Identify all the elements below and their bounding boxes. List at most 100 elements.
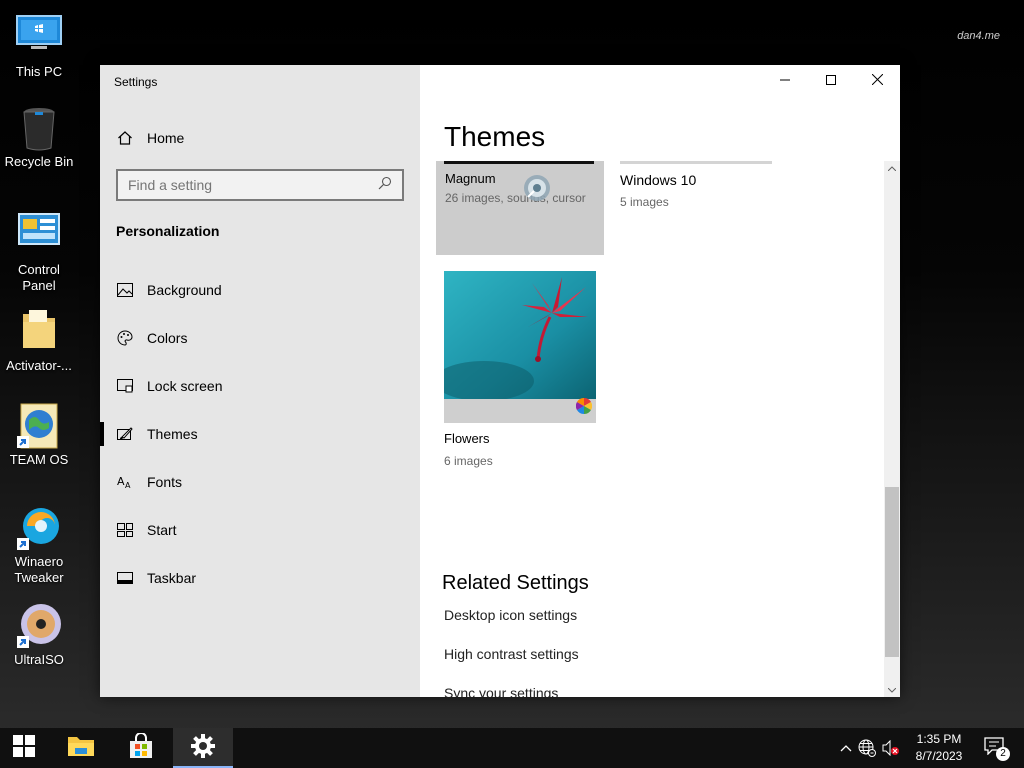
- scrollbar[interactable]: [884, 161, 900, 697]
- sidebar-item-label: Lock screen: [147, 378, 223, 394]
- disc-icon: [15, 602, 63, 650]
- fonts-icon: AA: [116, 474, 133, 491]
- theme-preview: [444, 271, 596, 423]
- minimize-button[interactable]: [762, 65, 808, 97]
- desktop-icon-winaero-tweaker[interactable]: Winaero Tweaker: [0, 504, 78, 586]
- settings-icon: [190, 733, 216, 764]
- window-title: Settings: [114, 75, 158, 89]
- minimize-icon: [780, 72, 790, 90]
- desktop-icon-label: Control Panel: [18, 262, 60, 293]
- high-contrast-settings-link[interactable]: High contrast settings: [444, 646, 579, 662]
- desktop-icon-ultraiso[interactable]: UltraISO: [0, 602, 78, 668]
- theme-name: Windows 10: [620, 172, 697, 188]
- section-title: Personalization: [116, 223, 220, 239]
- sidebar-item-taskbar[interactable]: Taskbar: [100, 554, 420, 602]
- clock-time: 1:35 PM: [916, 732, 962, 746]
- sidebar-item-label: Fonts: [147, 474, 183, 490]
- scroll-up-icon[interactable]: [884, 161, 900, 175]
- taskbar-store[interactable]: [117, 728, 165, 768]
- desktop-icon-team-os[interactable]: TEAM OS: [0, 402, 78, 468]
- desktop-icon-label: This PC: [15, 64, 63, 79]
- sidebar-item-label: Colors: [147, 330, 188, 346]
- theme-name: Flowers: [444, 431, 490, 446]
- maximize-button[interactable]: [808, 65, 854, 97]
- sidebar-item-label: Taskbar: [147, 570, 197, 586]
- scroll-thumb[interactable]: [885, 487, 899, 657]
- scroll-down-icon[interactable]: [884, 683, 900, 697]
- sidebar-item-label: Start: [147, 522, 177, 538]
- desktop-icon-activator[interactable]: Activator-...: [0, 308, 78, 374]
- sidebar-item-themes[interactable]: Themes: [100, 410, 420, 458]
- sidebar-item-lock-screen[interactable]: Lock screen: [100, 362, 420, 410]
- desktop-icon-label: Activator-...: [6, 358, 72, 373]
- sidebar-item-fonts[interactable]: AA Fonts: [100, 458, 420, 506]
- desktop-icon-label: Winaero Tweaker: [14, 554, 64, 585]
- notification-icon: 2: [984, 737, 1010, 761]
- close-button[interactable]: [854, 65, 900, 97]
- window-controls: [762, 65, 900, 97]
- settings-content: Themes Magnum 26 images, sounds, cursor …: [420, 65, 900, 697]
- palette-icon: [116, 330, 133, 347]
- theme-tile-windows-10[interactable]: Windows 10 5 images: [620, 161, 788, 221]
- globe-icon: [15, 402, 63, 450]
- sidebar-item-label: Background: [147, 282, 222, 298]
- sidebar-item-background[interactable]: Background: [100, 266, 420, 314]
- desktop-icon-this-pc[interactable]: This PC: [0, 14, 78, 80]
- desktop-icon-label: TEAM OS: [9, 452, 69, 467]
- sidebar-item-colors[interactable]: Colors: [100, 314, 420, 362]
- taskbar-settings[interactable]: [173, 728, 233, 768]
- start-button[interactable]: [0, 728, 48, 768]
- start-icon: [116, 522, 133, 539]
- flower-preview-image: [444, 271, 596, 399]
- image-icon: [116, 282, 133, 299]
- file-explorer-icon: [67, 734, 95, 763]
- desktop-icon-control-panel[interactable]: Control Panel: [0, 212, 78, 294]
- action-center-button[interactable]: 2: [976, 728, 1016, 768]
- related-settings-title: Related Settings: [442, 572, 589, 594]
- brush-icon: [116, 426, 133, 443]
- network-globe-icon[interactable]: [854, 739, 880, 757]
- busy-cursor-icon: [522, 173, 552, 208]
- sidebar-item-start[interactable]: Start: [100, 506, 420, 554]
- taskbar-file-explorer[interactable]: [57, 728, 105, 768]
- taskbar-clock[interactable]: 1:35 PM 8/7/2023: [908, 731, 970, 765]
- close-icon: [871, 72, 883, 90]
- theme-subtitle: 26 images, sounds, cursor: [445, 191, 586, 205]
- svg-text:A: A: [117, 475, 125, 488]
- volume-muted-icon[interactable]: [880, 740, 902, 756]
- search-icon[interactable]: [378, 176, 392, 195]
- windows-logo-icon: [12, 734, 36, 763]
- show-hidden-icons-icon[interactable]: [838, 744, 854, 752]
- computer-icon: [15, 14, 63, 62]
- desktop-icon-label: UltraISO: [14, 652, 64, 667]
- theme-subtitle: 5 images: [620, 195, 669, 209]
- system-tray: [838, 728, 902, 768]
- home-icon: [116, 129, 133, 146]
- nav-list: Background Colors Lock screen Themes A A…: [100, 266, 420, 602]
- theme-preview-edge: [444, 161, 594, 164]
- control-panel-icon: [15, 212, 63, 260]
- watermark: dan4.me: [957, 30, 1000, 42]
- desktop-icon-recycle-bin[interactable]: Recycle Bin: [0, 104, 78, 170]
- theme-name: Magnum: [445, 171, 496, 186]
- theme-tile-magnum[interactable]: Magnum 26 images, sounds, cursor: [436, 161, 604, 255]
- desktop-icon-label: Recycle Bin: [4, 154, 74, 169]
- search-input[interactable]: [128, 177, 368, 193]
- desktop-icon-settings-link[interactable]: Desktop icon settings: [444, 607, 577, 623]
- nav-home[interactable]: Home: [116, 129, 184, 146]
- color-wheel-icon: [575, 397, 593, 419]
- theme-tile-flowers[interactable]: Flowers 6 images: [444, 271, 612, 468]
- notification-count-badge: 2: [996, 747, 1010, 761]
- folder-icon: [15, 308, 63, 356]
- store-icon: [128, 731, 154, 764]
- settings-window: Settings Home Personalization Background: [100, 65, 900, 697]
- theme-preview-edge: [620, 161, 772, 164]
- search-box[interactable]: [116, 169, 404, 201]
- taskbar: 1:35 PM 8/7/2023 2: [0, 728, 1024, 768]
- sync-settings-link[interactable]: Sync your settings: [444, 685, 558, 697]
- settings-sidebar: Settings Home Personalization Background: [100, 65, 420, 697]
- svg-text:A: A: [125, 481, 131, 490]
- page-title: Themes: [444, 121, 546, 152]
- theme-subtitle: 6 images: [444, 454, 493, 468]
- recycle-bin-icon: [15, 104, 63, 152]
